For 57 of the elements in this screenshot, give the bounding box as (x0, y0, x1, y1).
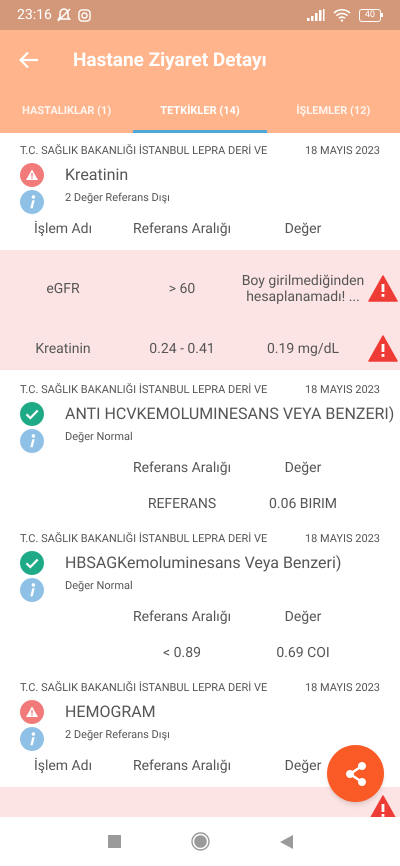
result-summary: Değer Normal (65, 429, 133, 446)
wifi-icon (332, 8, 351, 22)
column-header: Referans Aralığı (132, 220, 232, 238)
test-name: Kreatinin (35, 340, 91, 356)
home-icon[interactable] (190, 832, 210, 851)
test-title: Kreatinin (65, 164, 128, 186)
info-icon[interactable] (20, 726, 44, 750)
result-date: 18 MAYIS 2023 (304, 680, 380, 696)
institution-name: T.C. SAĞLIK BAKANLIĞI İSTANBUL LEPRA DERİ VE (20, 382, 268, 398)
column-header: Referans Aralığı (132, 458, 232, 478)
screen-title: Hastane Ziyaret Detayı (73, 46, 267, 73)
result-date: 18 MAYIS 2023 (304, 530, 380, 547)
test-title: HEMOGRAM (65, 701, 156, 723)
test-title: ANTI HCVKEMOLUMINESANS VEYA BENZERI) (65, 403, 394, 425)
test-name: eGFR (46, 280, 80, 296)
column-header: İşlem Adı (34, 756, 92, 776)
mute-icon (56, 7, 72, 23)
info-icon[interactable] (20, 428, 44, 452)
share-button[interactable] (327, 745, 384, 802)
tab[interactable]: İŞLEMLER (12) (266, 90, 400, 133)
status-time: 23:16 (17, 6, 52, 24)
reference-range: 0.24 - 0.41 (149, 340, 215, 356)
reference-range: > 60 (168, 280, 196, 296)
result-summary: 2 Değer Referans Dışı (65, 727, 170, 744)
institution-name: T.C. SAĞLIK BAKANLIĞI İSTANBUL LEPRA DERİ VE (20, 530, 268, 547)
alert-icon (368, 275, 398, 302)
alert-icon (368, 335, 398, 362)
test-title: HBSAGKemoluminesans Veya Benzeri) (65, 552, 342, 574)
reference-range: < 0.89 (163, 645, 201, 661)
result-summary: Değer Normal (65, 578, 133, 594)
info-icon[interactable] (20, 190, 44, 214)
result-value: 0.69 COI (276, 645, 330, 661)
result-value: 0.19 mg/dL (266, 340, 340, 356)
tab[interactable]: TETKİKLER (14) (133, 90, 267, 133)
institution-name: T.C. SAĞLIK BAKANLIĞI İSTANBUL LEPRA DERİ VE (20, 142, 268, 159)
column-header: Değer (284, 756, 322, 776)
result-summary: 2 Değer Referans Dışı (65, 190, 170, 206)
battery-icon: 40 (358, 8, 383, 22)
back-arrow-icon (19, 51, 39, 69)
column-header: Referans Aralığı (132, 608, 232, 626)
column-header: Değer (284, 220, 322, 238)
institution-name: T.C. SAĞLIK BAKANLIĞI İSTANBUL LEPRA DERİ VE (20, 680, 268, 696)
column-header: Referans Aralığı (132, 756, 232, 776)
column-header: Değer (284, 458, 322, 478)
info-icon[interactable] (20, 578, 44, 602)
tab[interactable]: HASTALIKLAR (1) (0, 90, 134, 133)
result-value: Boy girilmediğinden hesaplanamadı! ... (240, 272, 366, 304)
reference-range: REFERANS (148, 496, 216, 512)
result-value: 0.06 BIRIM (269, 496, 337, 512)
camera-app-icon (78, 8, 91, 22)
result-date: 18 MAYIS 2023 (304, 382, 380, 398)
result-date: 18 MAYIS 2023 (304, 142, 380, 159)
column-header: Değer (284, 608, 322, 626)
column-header: İşlem Adı (34, 220, 92, 238)
back-nav-icon[interactable] (280, 834, 292, 848)
signal-icon (306, 9, 325, 21)
recents-icon[interactable] (108, 835, 120, 848)
